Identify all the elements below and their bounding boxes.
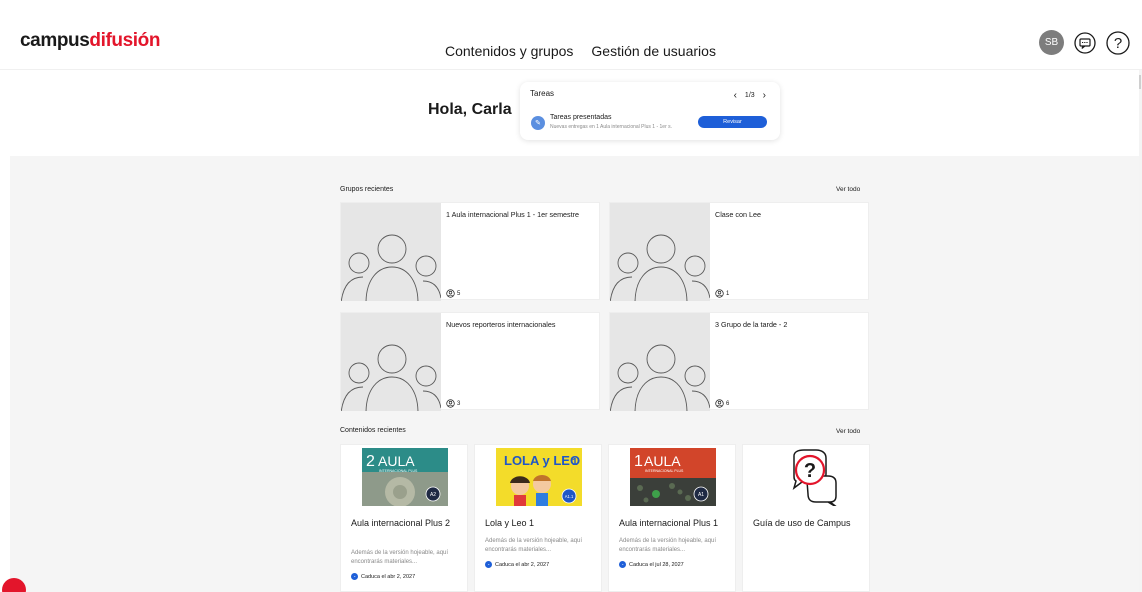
cover-title: AULA xyxy=(644,453,681,469)
logo-part-campus: campus xyxy=(20,30,90,51)
group-count-value: 1 xyxy=(726,290,730,297)
greeting-title: Hola, Carla xyxy=(428,101,512,118)
chevron-right-icon[interactable]: › xyxy=(763,90,766,101)
content-expiry-text: Caduca el abr 2, 2027 xyxy=(361,573,416,580)
main-nav: Contenidos y grupos Gestión de usuarios xyxy=(445,43,716,59)
user-avatar[interactable]: SB xyxy=(1039,30,1064,55)
content-description: Además de la versión hojeable, aquí enco… xyxy=(485,538,583,553)
group-count-value: 5 xyxy=(457,290,461,297)
svg-text:?: ? xyxy=(804,460,816,482)
scrollbar-thumb[interactable] xyxy=(1139,75,1141,89)
group-card[interactable]: 1 Aula internacional Plus 1 - 1er semest… xyxy=(340,202,600,301)
cover-title: AULA xyxy=(378,453,415,469)
chat-icon[interactable] xyxy=(1072,30,1097,55)
help-icon[interactable]: ? xyxy=(1105,30,1130,55)
book-cover-aula-1: 1 AULA INTERNACIONAL PLUS A1 xyxy=(630,448,716,506)
groups-see-all-link[interactable]: Ver todo xyxy=(836,186,860,193)
cover-subtitle: INTERNACIONAL PLUS xyxy=(645,469,684,473)
people-icon xyxy=(715,289,724,298)
content-description: Además de la versión hojeable, aquí enco… xyxy=(619,538,717,553)
nav-gestion-de-usuarios[interactable]: Gestión de usuarios xyxy=(591,43,716,59)
people-icon xyxy=(715,399,724,408)
group-card[interactable]: Clase con Lee 1 xyxy=(609,202,869,301)
content-expiry: ◔ Caduca el abr 2, 2027 xyxy=(351,573,415,580)
svg-text:?: ? xyxy=(1113,35,1121,52)
group-placeholder-image xyxy=(341,313,441,411)
content-description: Además de la versión hojeable, aquí enco… xyxy=(351,550,449,565)
groups-section-title: Grupos recientes xyxy=(340,186,394,193)
content-title: Guía de uso de Campus xyxy=(753,518,851,528)
group-member-count: 1 xyxy=(715,289,729,298)
cover-level-badge: A1.1 xyxy=(565,494,574,499)
group-name: 3 Grupo de la tarde - 2 xyxy=(715,320,788,329)
chevron-left-icon[interactable]: ‹ xyxy=(734,90,737,101)
content-expiry: ◔ Caduca el jul 28, 2027 xyxy=(619,561,684,568)
content-title: Aula internacional Plus 2 xyxy=(351,518,451,528)
people-icon xyxy=(446,399,455,408)
content-card[interactable]: LOLA y LEO 1 A1.1 Lola y Leo 1 Además de… xyxy=(474,444,602,592)
content-expiry-text: Caduca el abr 2, 2027 xyxy=(495,561,550,568)
top-header: campusdifusión Contenidos y grupos Gesti… xyxy=(0,0,1142,70)
clock-icon: ◔ xyxy=(619,561,626,568)
group-placeholder-image xyxy=(341,203,441,301)
content-expiry-text: Caduca el jul 28, 2027 xyxy=(629,561,684,568)
tasks-item-subtitle: Nuevas entregas en 1 Aula internacional … xyxy=(550,124,672,130)
cover-subtitle: INTERNACIONAL PLUS xyxy=(379,469,418,473)
nav-contenidos-y-grupos[interactable]: Contenidos y grupos xyxy=(445,43,573,59)
content-card[interactable]: ? Guía de uso de Campus xyxy=(742,444,870,592)
group-count-value: 3 xyxy=(457,400,461,407)
cover-level-badge: A1 xyxy=(698,492,704,498)
revisar-button[interactable]: Revisar xyxy=(698,116,767,128)
clock-icon: ◔ xyxy=(351,573,358,580)
group-member-count: 5 xyxy=(446,289,460,298)
group-member-count: 3 xyxy=(446,399,460,408)
book-cover-aula-2: 2 AULA INTERNACIONAL PLUS A2 xyxy=(362,448,448,507)
campus-difusion-logo[interactable]: campusdifusión xyxy=(20,30,161,52)
help-guide-icon: ? xyxy=(764,448,850,509)
people-icon xyxy=(446,289,455,298)
group-placeholder-image xyxy=(610,313,710,411)
content-card[interactable]: 1 AULA INTERNACIONAL PLUS A1 Aula intern… xyxy=(608,444,736,592)
tasks-item-title: Tareas presentadas xyxy=(550,114,612,121)
logo-part-difusion: difusión xyxy=(89,30,161,51)
book-cover-lola-y-leo: LOLA y LEO 1 A1.1 xyxy=(496,448,582,506)
tasks-title: Tareas xyxy=(530,89,555,98)
cover-level-badge: A2 xyxy=(430,492,436,498)
content-expiry: ◔ Caduca el abr 2, 2027 xyxy=(485,561,549,568)
content-title: Lola y Leo 1 xyxy=(485,518,535,528)
tasks-item-icon: ✎ xyxy=(531,116,545,130)
group-card[interactable]: 3 Grupo de la tarde - 2 6 xyxy=(609,312,869,411)
header-actions: SB ? xyxy=(1039,30,1130,55)
clock-icon: ◔ xyxy=(485,561,492,568)
content-title: Aula internacional Plus 1 xyxy=(619,518,719,528)
cover-number: 2 xyxy=(366,453,375,470)
group-name: 1 Aula internacional Plus 1 - 1er semest… xyxy=(446,210,580,219)
tasks-pager: ‹ 1/3 › xyxy=(734,90,766,101)
contents-see-all-link[interactable]: Ver todo xyxy=(836,428,860,435)
group-placeholder-image xyxy=(610,203,710,301)
tasks-card: Tareas ‹ 1/3 › ✎ Tareas presentadas Nuev… xyxy=(520,82,780,140)
group-count-value: 6 xyxy=(726,400,730,407)
content-card[interactable]: 2 AULA INTERNACIONAL PLUS A2 Aula intern… xyxy=(340,444,468,592)
cover-title: LOLA y LEO xyxy=(504,453,580,468)
group-member-count: 6 xyxy=(715,399,729,408)
cover-number: 1 xyxy=(634,453,643,470)
group-name: Nuevos reporteros internacionales xyxy=(446,320,556,329)
group-card[interactable]: Nuevos reporteros internacionales 3 xyxy=(340,312,600,411)
contents-section-title: Contenidos recientes xyxy=(340,427,406,434)
cover-number: 1 xyxy=(572,457,578,468)
main-content: Grupos recientes Ver todo 1 Aula interna… xyxy=(10,156,1139,592)
tasks-pager-label: 1/3 xyxy=(744,92,755,99)
group-name: Clase con Lee xyxy=(715,210,761,219)
